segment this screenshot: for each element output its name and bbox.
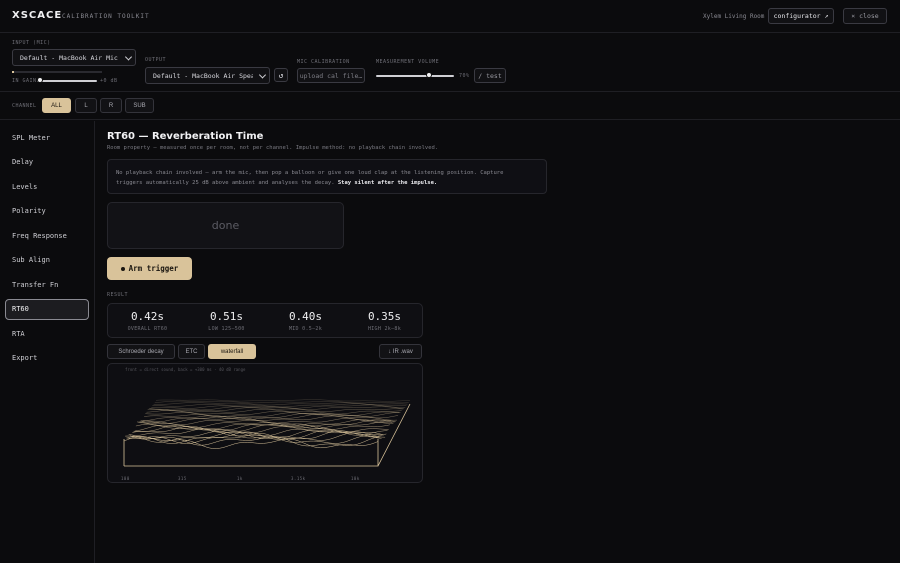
page-title: RT60 — Reverberation Time [107, 131, 264, 142]
volume-slider[interactable] [376, 72, 454, 80]
refresh-icon[interactable]: ↺ [274, 68, 288, 82]
metric-mid: 0.40s MID 0.5–2k [288, 310, 323, 332]
room-name: Xylem Living Room [703, 13, 765, 20]
sidebar-item-rt60[interactable]: RT60 [12, 305, 29, 313]
waterfall-slice [155, 399, 411, 402]
waterfall-axis-tick: 3.15k [291, 476, 306, 481]
tab-waterfall[interactable]: waterfall [208, 344, 256, 359]
channel-r-chip[interactable]: R [100, 98, 122, 113]
waterfall-slice [138, 419, 393, 429]
configurator-button[interactable]: configurator ↗ [768, 8, 834, 24]
result-label: RESULT [107, 292, 129, 298]
arm-trigger-button[interactable]: Arm trigger [107, 257, 192, 280]
waterfall-axis-tick: 1k [237, 476, 243, 481]
chevron-down-icon [258, 70, 267, 79]
sidebar-item-export[interactable]: Export [12, 354, 37, 362]
sidebar-item-freq-response[interactable]: Freq Response [12, 232, 67, 240]
waterfall-slice [152, 403, 407, 408]
waterfall-slice [125, 435, 380, 447]
sidebar-item-sub-align[interactable]: Sub Align [12, 256, 50, 264]
waterfall-slice [146, 409, 401, 416]
waterfall-axis-tick: 100 [121, 476, 130, 481]
metric-overall: 0.42s OVERALL RT60 [127, 310, 168, 332]
output-select-value: Default - MacBook Air Speakers [153, 71, 253, 80]
waterfall-slice [123, 436, 379, 449]
instructions-box: No playback chain involved — arm the mic… [107, 159, 547, 194]
sidebar-item-polarity[interactable]: Polarity [12, 207, 46, 215]
waterfall-plot: front = direct sound, back = +300 ms · 4… [107, 363, 423, 483]
output-label: OUTPUT [145, 57, 167, 63]
instructions-line-2: triggers automatically 25 dB above ambie… [116, 180, 438, 186]
waterfall-axis-tick: 10k [351, 476, 360, 481]
sidebar-item-rta[interactable]: RTA [12, 330, 25, 338]
sidebar-nav: SPL Meter Delay Levels Polarity Freq Res… [0, 0, 95, 563]
waterfall-svg [123, 399, 411, 467]
sidebar-item-levels[interactable]: Levels [12, 183, 37, 191]
result-panel: 0.42s OVERALL RT60 0.51s LOW 125–500 0.4… [107, 303, 423, 338]
record-dot-icon [120, 266, 125, 271]
capture-status: done [107, 202, 344, 249]
output-select[interactable]: Default - MacBook Air Speakers [145, 67, 270, 84]
tab-schroeder-decay[interactable]: Schroeder decay [107, 344, 175, 359]
sidebar-item-spl-meter[interactable]: SPL Meter [12, 134, 50, 142]
volume-track [376, 75, 454, 77]
instructions-warning: Stay silent after the impulse. [337, 180, 438, 186]
close-button[interactable]: × close [843, 8, 887, 24]
tab-etc[interactable]: ETC [178, 344, 205, 359]
mic-calibration-label: MIC CALIBRATION [297, 59, 350, 65]
in-gain-value: +0 dB [100, 78, 118, 84]
page-subtitle: Room property — measured once per room, … [107, 145, 439, 151]
channel-sub-chip[interactable]: SUB [125, 98, 154, 113]
sidebar-item-delay[interactable]: Delay [12, 158, 33, 166]
volume-value: 70% [459, 73, 470, 79]
sidebar-item-transfer-fn[interactable]: Transfer Fn [12, 281, 58, 289]
download-ir-button[interactable]: ↓ IR .wav [379, 344, 422, 359]
metric-low: 0.51s LOW 125–500 [208, 310, 245, 332]
instructions-line-1: No playback chain involved — arm the mic… [116, 170, 504, 176]
app-header: XSCACE CALIBRATION TOOLKIT Xylem Living … [0, 0, 900, 33]
volume-thumb[interactable] [426, 72, 433, 78]
volume-label: MEASUREMENT VOLUME [376, 59, 440, 65]
waterfall-axis-tick: 315 [178, 476, 187, 481]
test-button[interactable]: / test [474, 68, 506, 83]
chevron-down-icon [124, 52, 133, 61]
arm-trigger-label: Arm trigger [128, 264, 179, 273]
metric-high: 0.35s HIGH 2k–8k [367, 310, 402, 332]
upload-cal-button[interactable]: upload cal file… [297, 68, 365, 83]
